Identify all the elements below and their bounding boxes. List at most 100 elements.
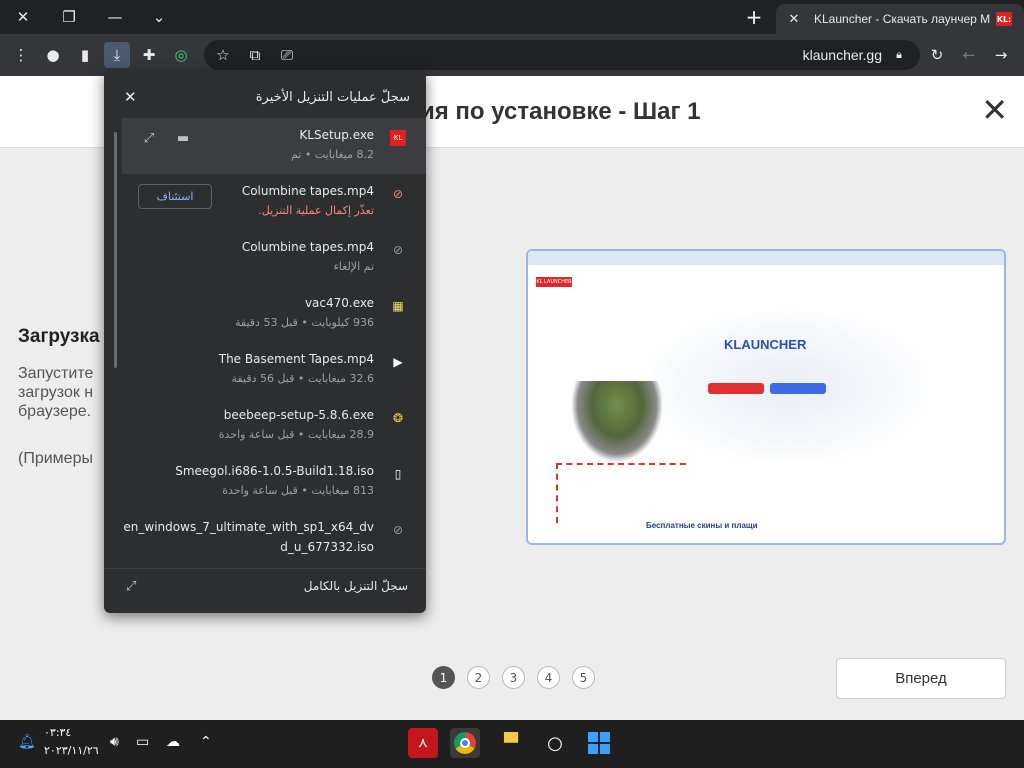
step-text: Запустите загрузок н браузере.: [18, 365, 94, 420]
download-status: تعذّر إكمال عملية التنزيل.: [258, 204, 374, 217]
install-app-icon[interactable]: ⧉: [242, 42, 268, 68]
notification-bell-icon[interactable]: 🔔︎: [18, 734, 36, 750]
download-failed-icon: ⊘: [392, 187, 404, 201]
chrome-app-icon[interactable]: [450, 728, 480, 758]
windows-logo-tile: [588, 744, 598, 754]
reload-icon[interactable]: ↻: [924, 42, 950, 68]
page-dot-4[interactable]: 4: [537, 666, 560, 689]
download-item[interactable]: en_windows_7_ultimate_with_sp1_x64_dv d_…: [122, 510, 426, 566]
clock-time[interactable]: ٠٣:٣٤: [44, 726, 71, 739]
windows-logo-tile: [600, 744, 610, 754]
windows-taskbar: 🔔︎ ٠٣:٣٤ ٢٠٢٣/١١/٢٦ 🔊︎ ▭ ☁ ⌃ ⋏ ▀ ○: [0, 720, 1024, 768]
exe-file-icon: ▦: [392, 299, 404, 313]
network-offline-icon[interactable]: ☁: [166, 734, 180, 750]
back-arrow-icon[interactable]: ←: [956, 42, 982, 68]
klauncher-app-icon: KL: [390, 130, 406, 146]
windows-logo: [588, 732, 610, 754]
file-icon: ▯: [394, 467, 402, 481]
download-item[interactable]: vac470.exe 936 كيلوبايت • قبل 53 دقيقة ▦: [122, 286, 426, 342]
download-cancelled-icon: ⊘: [392, 243, 404, 257]
acrobat-app-icon[interactable]: ⋏: [408, 728, 438, 758]
download-filename: Columbine tapes.mp4: [241, 184, 374, 198]
display-icon[interactable]: ▭: [136, 734, 149, 750]
pagination: 1 2 3 4 5: [432, 666, 595, 689]
show-hidden-icons-chevron[interactable]: ⌃: [200, 734, 212, 750]
download-item[interactable]: Smeegol.i686-1.0.5-Build1.18.iso 813 ميغ…: [122, 454, 426, 510]
download-item[interactable]: Columbine tapes.mp4 تم الإلغاء ⊘: [122, 230, 426, 286]
download-filename: en_windows_7_ultimate_with_sp1_x64_dv: [123, 520, 374, 534]
folder-icon[interactable]: ▬: [174, 130, 192, 146]
page-dot-2[interactable]: 2: [467, 666, 490, 689]
resume-button[interactable]: استئناف: [138, 184, 212, 209]
download-filename: vac470.exe: [304, 296, 374, 310]
download-status: 32.6 ميغابايت • قبل 56 دقيقة: [231, 372, 374, 385]
volume-icon[interactable]: 🔊︎: [110, 734, 119, 750]
download-filename: The Basement Tapes.mp4: [218, 352, 374, 366]
preview-logo: KL LAUNCHER: [536, 277, 572, 287]
clock-date[interactable]: ٢٠٢٣/١١/٢٦: [44, 744, 99, 757]
download-status: 28.9 ميغابايت • قبل ساعة واحدة: [218, 428, 374, 441]
active-tab[interactable]: ✕ KLauncher - Скачать лаунчер M KL:: [776, 4, 1024, 34]
download-filename-line2: d_u_677332.iso: [280, 540, 374, 554]
download-filename: Columbine tapes.mp4: [241, 240, 374, 254]
next-button[interactable]: Вперед: [836, 658, 1006, 699]
downloads-title: سجلّ عمليات التنزيل الأخيرة: [255, 90, 410, 105]
full-history-link[interactable]: ⤢ سجلّ التنزيل بالكامل: [104, 568, 426, 606]
downloads-header: ✕ سجلّ عمليات التنزيل الأخيرة: [104, 70, 426, 118]
page-dot-3[interactable]: 3: [502, 666, 525, 689]
page-title: ия по установке - Шаг 1: [420, 98, 701, 125]
download-item[interactable]: The Basement Tapes.mp4 32.6 ميغابايت • ق…: [122, 342, 426, 398]
downloads-icon[interactable]: ⤓: [104, 42, 130, 68]
restore-window-icon[interactable]: ❐: [52, 0, 86, 34]
download-filename: beebeep-setup-5.8.6.exe: [223, 408, 374, 422]
windows-logo-tile: [588, 732, 598, 742]
file-explorer-icon[interactable]: ▀: [496, 728, 526, 758]
lock-icon[interactable]: 🔒︎: [886, 42, 912, 68]
download-cancelled-icon: ⊘: [392, 523, 404, 537]
download-status: 8.2 ميغابايت • تم: [290, 148, 374, 161]
close-window-icon[interactable]: ✕: [6, 0, 40, 34]
tab-search-chevron-icon[interactable]: ⌄: [142, 0, 176, 34]
tab-favicon: KL:: [996, 12, 1012, 26]
open-when-done-icon[interactable]: ⤢: [140, 130, 158, 146]
download-item[interactable]: beebeep-setup-5.8.6.exe 28.9 ميغابايت • …: [122, 398, 426, 454]
preview-brand: KLAUNCHER: [724, 337, 807, 352]
preview-footer-text: Бесплатные скины и плащи: [646, 521, 758, 530]
download-filename: Smeegol.i686-1.0.5-Build1.18.iso: [175, 464, 374, 478]
page-dot-5[interactable]: 5: [572, 666, 595, 689]
full-history-label: سجلّ التنزيل بالكامل: [303, 579, 408, 593]
url-text: klauncher.gg: [802, 47, 882, 63]
tab-close-icon[interactable]: ✕: [784, 12, 804, 27]
bookmark-star-icon[interactable]: ☆: [210, 42, 236, 68]
preview-browser-bar: [528, 251, 1004, 265]
side-panel-icon[interactable]: ▮: [72, 42, 98, 68]
download-filename: KLSetup.exe: [299, 128, 374, 142]
windows-start-icon[interactable]: [584, 728, 614, 758]
step-note: (Примеры: [18, 450, 93, 467]
forward-arrow-icon[interactable]: →: [988, 42, 1014, 68]
downloads-scrollbar[interactable]: [114, 132, 117, 368]
menu-kebab-icon[interactable]: ⋮: [8, 42, 34, 68]
downloads-close-icon[interactable]: ✕: [124, 88, 137, 106]
video-file-icon: ▶: [393, 355, 403, 369]
minimize-window-icon[interactable]: —: [98, 0, 132, 34]
translate-icon[interactable]: ⎚: [274, 42, 300, 68]
screenshot-preview: KL LAUNCHER KLAUNCHER Бесплатные скины и…: [526, 249, 1006, 545]
profile-icon[interactable]: ●: [40, 42, 66, 68]
page-dot-1[interactable]: 1: [432, 666, 455, 689]
download-status: 936 كيلوبايت • قبل 53 دقيقة: [235, 316, 374, 329]
tab-title: KLauncher - Скачать лаунчер M: [814, 12, 991, 26]
extensions-icon[interactable]: ✚: [136, 42, 162, 68]
modal-close-icon[interactable]: ✕: [981, 94, 1008, 126]
grammarly-extension-icon[interactable]: ◎: [168, 42, 194, 68]
download-item[interactable]: ⤢ ▬ KLSetup.exe 8.2 ميغابايت • تم KL: [122, 118, 426, 174]
tab-strip: ✕ ❐ — ⌄ + ✕ KLauncher - Скачать лаунчер …: [0, 0, 1024, 34]
open-external-icon: ⤢: [126, 579, 137, 594]
beebeep-app-icon: ❂: [392, 411, 404, 425]
new-tab-button[interactable]: +: [742, 5, 766, 29]
chrome-logo-center: [460, 738, 470, 748]
preview-dashed-arrow: [556, 463, 686, 523]
download-item[interactable]: استئناف Columbine tapes.mp4 تعذّر إكمال …: [122, 174, 426, 230]
search-icon[interactable]: ○: [540, 728, 570, 758]
windows-logo-tile: [600, 732, 610, 742]
